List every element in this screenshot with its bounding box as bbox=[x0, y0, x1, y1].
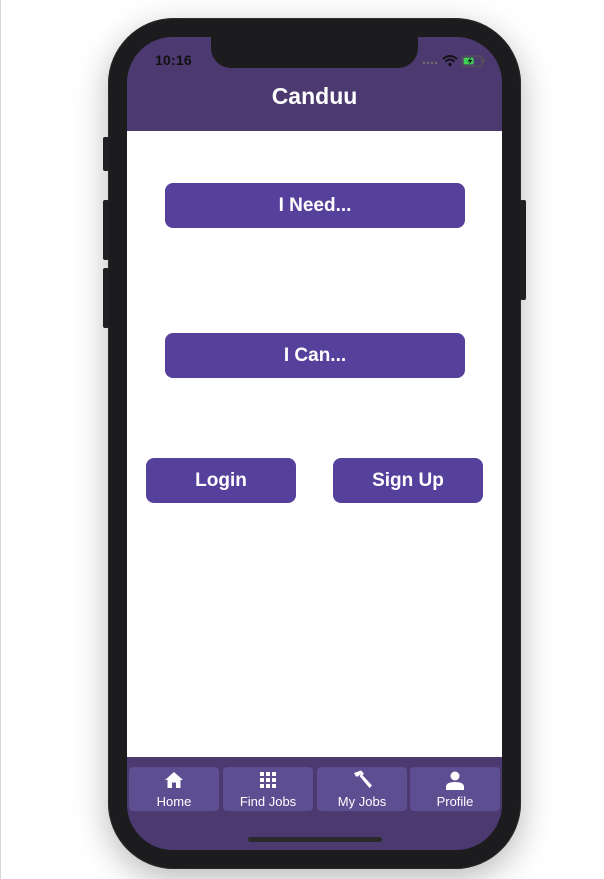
wifi-icon bbox=[442, 55, 458, 67]
notch bbox=[211, 37, 418, 68]
home-icon bbox=[129, 770, 219, 790]
login-button[interactable]: Login bbox=[146, 458, 296, 503]
page: 10:16 Canduu I Need... I Can... Login Si… bbox=[0, 0, 604, 879]
battery-icon bbox=[461, 55, 485, 67]
volume-up-button bbox=[103, 200, 109, 260]
phone-screen: 10:16 Canduu I Need... I Can... Login Si… bbox=[127, 37, 502, 850]
home-indicator bbox=[248, 837, 382, 842]
hammer-icon bbox=[317, 770, 407, 790]
tab-home-label: Home bbox=[156, 794, 192, 809]
tab-profile-label: Profile bbox=[436, 794, 474, 809]
status-icons bbox=[422, 55, 485, 67]
tab-home[interactable]: Home bbox=[129, 767, 219, 811]
app-header: 10:16 Canduu bbox=[127, 37, 502, 131]
signal-icon bbox=[422, 61, 438, 65]
app-title: Canduu bbox=[271, 83, 358, 109]
mute-switch bbox=[103, 137, 109, 171]
person-icon bbox=[410, 770, 500, 790]
sign-up-button[interactable]: Sign Up bbox=[333, 458, 483, 503]
volume-down-button bbox=[103, 268, 109, 328]
tab-my-jobs-label: My Jobs bbox=[337, 794, 387, 809]
i-can-button[interactable]: I Can... bbox=[165, 333, 465, 378]
main-content: I Need... I Can... Login Sign Up bbox=[127, 131, 502, 757]
tab-find-jobs-label: Find Jobs bbox=[239, 794, 297, 809]
tab-profile[interactable]: Profile bbox=[410, 767, 500, 811]
window-edge bbox=[0, 0, 1, 879]
status-time: 10:16 bbox=[155, 52, 192, 68]
tab-my-jobs[interactable]: My Jobs bbox=[317, 767, 407, 811]
grid-icon bbox=[223, 770, 313, 790]
power-button bbox=[520, 200, 526, 300]
tab-find-jobs[interactable]: Find Jobs bbox=[223, 767, 313, 811]
i-need-button[interactable]: I Need... bbox=[165, 183, 465, 228]
